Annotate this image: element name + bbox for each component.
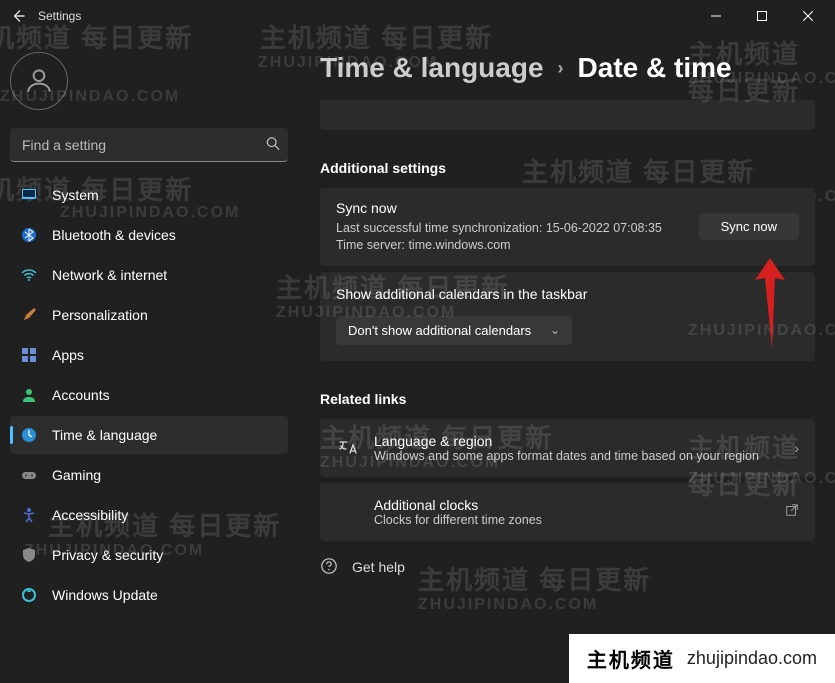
sidebar-item-privacy[interactable]: Privacy & security: [10, 536, 288, 574]
nav-label: Time & language: [52, 427, 157, 443]
update-icon: [20, 586, 38, 604]
user-icon: [23, 65, 55, 97]
sync-now-button[interactable]: Sync now: [699, 213, 799, 240]
bluetooth-icon: [20, 226, 38, 244]
back-button[interactable]: [8, 6, 28, 26]
sidebar-item-accessibility[interactable]: Accessibility: [10, 496, 288, 534]
search-icon: [266, 137, 280, 154]
link-card-language-region[interactable]: Language & region Windows and some apps …: [320, 419, 815, 477]
sidebar-item-gaming[interactable]: Gaming: [10, 456, 288, 494]
brush-icon: [20, 306, 38, 324]
close-button[interactable]: [785, 0, 831, 32]
footer-cn: 主机频道: [587, 644, 675, 673]
additional-calendars-dropdown[interactable]: Don't show additional calendars ⌄: [336, 316, 572, 345]
nav-label: Bluetooth & devices: [52, 227, 176, 243]
external-link-icon: [785, 503, 799, 520]
nav-label: Network & internet: [52, 267, 167, 283]
page-title: Date & time: [578, 52, 732, 84]
arrow-left-icon: [11, 9, 25, 23]
titlebar: Settings: [0, 0, 835, 32]
sidebar-item-system[interactable]: System: [10, 176, 288, 214]
gamepad-icon: [20, 466, 38, 484]
nav-label: Accounts: [52, 387, 110, 403]
sidebar-item-time-language[interactable]: Time & language: [10, 416, 288, 454]
maximize-button[interactable]: [739, 0, 785, 32]
person-icon: [20, 386, 38, 404]
sidebar: System Bluetooth & devices Network & int…: [0, 32, 298, 683]
footer-watermark: 主机频道 zhujipindao.com: [569, 634, 835, 683]
apps-icon: [20, 346, 38, 364]
clock-globe-icon: [20, 426, 38, 444]
nav-label: Privacy & security: [52, 547, 163, 563]
avatar[interactable]: [10, 52, 68, 110]
breadcrumb-parent[interactable]: Time & language: [320, 52, 544, 84]
display-icon: [20, 186, 38, 204]
search-input[interactable]: [10, 128, 288, 162]
sidebar-item-personalization[interactable]: Personalization: [10, 296, 288, 334]
maximize-icon: [757, 11, 767, 21]
nav-label: Gaming: [52, 467, 101, 483]
link-card-additional-clocks[interactable]: Additional clocks Clocks for different t…: [320, 483, 815, 541]
nav-label: Accessibility: [52, 507, 128, 523]
card-placeholder: [320, 100, 815, 130]
wifi-icon: [20, 266, 38, 284]
nav-label: System: [52, 187, 99, 203]
sidebar-item-accounts[interactable]: Accounts: [10, 376, 288, 414]
sidebar-item-windows-update[interactable]: Windows Update: [10, 576, 288, 614]
chevron-right-icon: ›: [558, 58, 564, 79]
shield-icon: [20, 546, 38, 564]
section-related-links: Related links: [320, 391, 815, 407]
get-help-link[interactable]: Get help: [320, 547, 815, 578]
breadcrumb: Time & language › Date & time: [320, 52, 815, 84]
window-title: Settings: [38, 9, 81, 23]
nav-label: Windows Update: [52, 587, 158, 603]
nav-list: System Bluetooth & devices Network & int…: [10, 176, 288, 614]
section-additional-settings: Additional settings: [320, 160, 815, 176]
accessibility-icon: [20, 506, 38, 524]
sidebar-item-network[interactable]: Network & internet: [10, 256, 288, 294]
sidebar-item-apps[interactable]: Apps: [10, 336, 288, 374]
sync-last-success: Last successful time synchronization: 15…: [336, 220, 662, 237]
dropdown-selected: Don't show additional calendars: [348, 323, 531, 338]
link-sub: Clocks for different time zones: [374, 513, 771, 527]
nav-label: Personalization: [52, 307, 148, 323]
sidebar-item-bluetooth[interactable]: Bluetooth & devices: [10, 216, 288, 254]
link-title: Language & region: [374, 433, 780, 449]
sync-title: Sync now: [336, 200, 662, 216]
minimize-button[interactable]: [693, 0, 739, 32]
close-icon: [803, 11, 813, 21]
search-box[interactable]: [10, 128, 288, 162]
footer-en: zhujipindao.com: [687, 648, 817, 669]
get-help-label: Get help: [352, 559, 405, 575]
chevron-down-icon: ⌄: [550, 323, 560, 337]
help-icon: [320, 557, 338, 578]
sync-time-server: Time server: time.windows.com: [336, 237, 662, 254]
link-title: Additional clocks: [374, 497, 771, 513]
minimize-icon: [711, 11, 721, 21]
chevron-right-icon: ›: [794, 440, 799, 456]
additional-calendars-title: Show additional calendars in the taskbar: [336, 286, 799, 302]
nav-label: Apps: [52, 347, 84, 363]
sync-now-card: Sync now Last successful time synchroniz…: [320, 188, 815, 266]
main-content: Time & language › Date & time Additional…: [298, 32, 835, 683]
link-sub: Windows and some apps format dates and t…: [374, 449, 780, 463]
language-icon: [336, 438, 360, 458]
additional-calendars-card: Show additional calendars in the taskbar…: [320, 272, 815, 361]
